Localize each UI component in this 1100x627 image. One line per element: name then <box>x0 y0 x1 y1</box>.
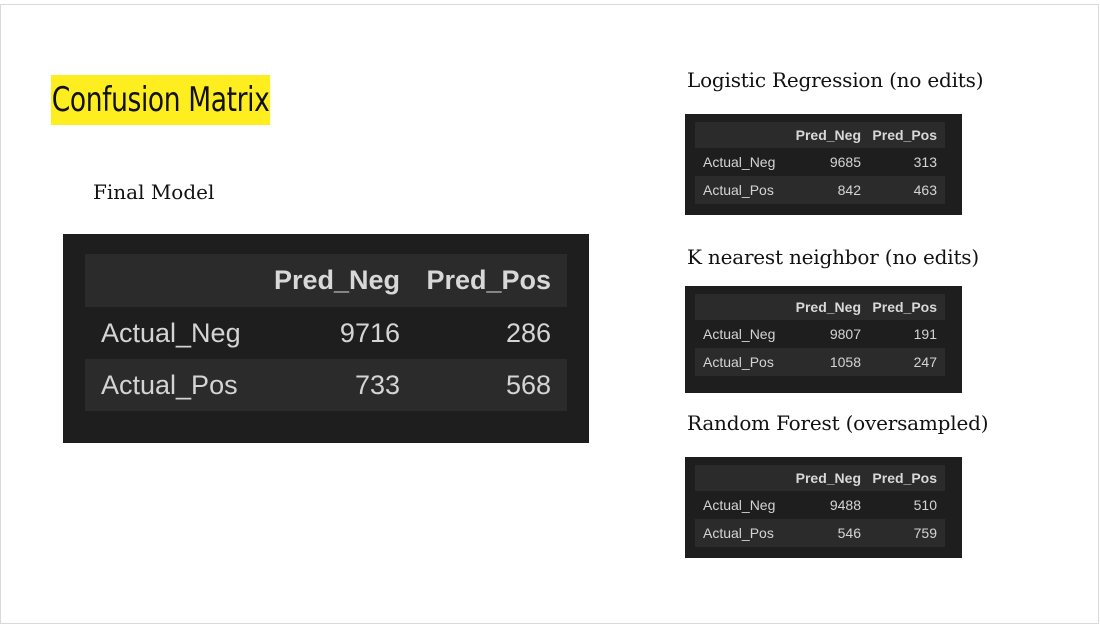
cell-false-positive: 510 <box>913 497 937 513</box>
table-row: Actual_Neg 9488 510 <box>695 491 945 519</box>
column-header-pred-neg: Pred_Neg <box>795 470 861 486</box>
header-corner-cell <box>695 465 785 491</box>
cell-false-negative: 546 <box>837 525 861 541</box>
row-label-actual-neg: Actual_Neg <box>703 154 776 170</box>
row-label-actual-neg: Actual_Neg <box>703 497 776 513</box>
table-row: Actual_Pos 842 463 <box>695 176 945 204</box>
table-header-row: Pred_Neg Pred_Pos <box>85 254 567 307</box>
row-label-actual-neg: Actual_Neg <box>703 326 776 342</box>
table-row: Actual_Pos 733 568 <box>85 359 567 411</box>
table-row: Actual_Neg 9685 313 <box>695 148 945 176</box>
cell-false-negative: 1058 <box>829 354 861 370</box>
cell-true-positive: 463 <box>913 182 937 198</box>
cell-false-negative: 733 <box>354 369 400 400</box>
row-label-actual-pos: Actual_Pos <box>703 354 774 370</box>
table-row: Actual_Pos 1058 247 <box>695 348 945 376</box>
final-model-caption: Final Model <box>93 180 215 204</box>
table-header-row: Pred_Neg Pred_Pos <box>695 122 945 148</box>
column-header-pred-pos: Pred_Pos <box>872 299 937 315</box>
cell-true-negative: 9716 <box>339 317 400 348</box>
table-row: Actual_Neg 9807 191 <box>695 320 945 348</box>
slide: Confusion Matrix Final Model Pred_Neg Pr… <box>0 4 1099 624</box>
slide-title: Confusion Matrix <box>51 75 271 125</box>
row-label-actual-neg: Actual_Neg <box>101 317 241 348</box>
cell-true-positive: 568 <box>505 369 551 400</box>
column-header-pred-neg: Pred_Neg <box>795 299 861 315</box>
column-header-pred-pos: Pred_Pos <box>426 265 551 295</box>
final-model-confusion-matrix: Pred_Neg Pred_Pos Actual_Neg 9716 286 Ac… <box>63 234 589 443</box>
row-label-actual-pos: Actual_Pos <box>703 525 774 541</box>
header-corner-cell <box>695 122 785 148</box>
cell-true-negative: 9488 <box>829 497 861 513</box>
cell-true-positive: 759 <box>913 525 937 541</box>
random-forest-caption: Random Forest (oversampled) <box>687 411 989 435</box>
cell-true-negative: 9807 <box>829 326 861 342</box>
cell-false-negative: 842 <box>837 182 861 198</box>
header-corner-cell <box>695 294 785 320</box>
cell-true-negative: 9685 <box>829 154 861 170</box>
cell-false-positive: 313 <box>913 154 937 170</box>
table-row: Actual_Pos 546 759 <box>695 519 945 547</box>
column-header-pred-neg: Pred_Neg <box>795 127 861 143</box>
header-corner-cell <box>85 254 255 307</box>
logistic-regression-confusion-matrix: Pred_Neg Pred_Pos Actual_Neg 9685 313 Ac… <box>685 114 962 215</box>
logistic-regression-caption: Logistic Regression (no edits) <box>687 68 984 92</box>
cell-false-positive: 286 <box>505 317 551 348</box>
random-forest-confusion-matrix: Pred_Neg Pred_Pos Actual_Neg 9488 510 Ac… <box>685 457 962 558</box>
column-header-pred-pos: Pred_Pos <box>872 470 937 486</box>
knn-confusion-matrix: Pred_Neg Pred_Pos Actual_Neg 9807 191 Ac… <box>685 286 962 393</box>
cell-false-positive: 191 <box>913 326 937 342</box>
column-header-pred-neg: Pred_Neg <box>273 265 400 295</box>
table-row: Actual_Neg 9716 286 <box>85 307 567 359</box>
table-header-row: Pred_Neg Pred_Pos <box>695 294 945 320</box>
row-label-actual-pos: Actual_Pos <box>703 182 774 198</box>
table-header-row: Pred_Neg Pred_Pos <box>695 465 945 491</box>
cell-true-positive: 247 <box>913 354 937 370</box>
knn-caption: K nearest neighbor (no edits) <box>687 245 979 269</box>
column-header-pred-pos: Pred_Pos <box>872 127 937 143</box>
row-label-actual-pos: Actual_Pos <box>101 369 238 400</box>
